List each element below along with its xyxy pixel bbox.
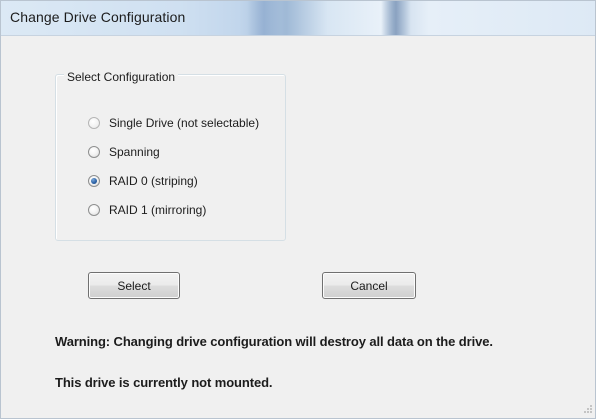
radio-label: RAID 1 (mirroring) [109, 203, 207, 217]
cancel-button[interactable]: Cancel [322, 272, 416, 299]
mount-status-message: This drive is currently not mounted. [55, 375, 273, 390]
window-title: Change Drive Configuration [10, 9, 186, 25]
radio-option-raid-1[interactable]: RAID 1 (mirroring) [88, 202, 206, 218]
title-bar-glass-streak [381, 1, 411, 35]
radio-button-unchecked-disabled[interactable] [88, 117, 100, 129]
radio-option-single-drive[interactable]: Single Drive (not selectable) [88, 115, 259, 131]
title-bar-glass-streak [247, 1, 281, 35]
dialog-body: Select Configuration Single Drive (not s… [1, 36, 595, 418]
radio-button-unchecked[interactable] [88, 204, 100, 216]
dialog-window: Change Drive Configuration Select Config… [0, 0, 596, 419]
radio-option-raid-0[interactable]: RAID 0 (striping) [88, 173, 198, 189]
resize-grip-icon[interactable] [581, 404, 593, 416]
title-bar[interactable]: Change Drive Configuration [1, 1, 595, 36]
radio-label: Spanning [109, 145, 160, 159]
radio-button-unchecked[interactable] [88, 146, 100, 158]
radio-label: RAID 0 (striping) [109, 174, 198, 188]
select-button[interactable]: Select [88, 272, 180, 299]
warning-message: Warning: Changing drive configuration wi… [55, 334, 493, 349]
radio-option-spanning[interactable]: Spanning [88, 144, 160, 160]
radio-label: Single Drive (not selectable) [109, 116, 260, 130]
config-group-label: Select Configuration [64, 70, 179, 84]
radio-button-checked[interactable] [88, 175, 100, 187]
